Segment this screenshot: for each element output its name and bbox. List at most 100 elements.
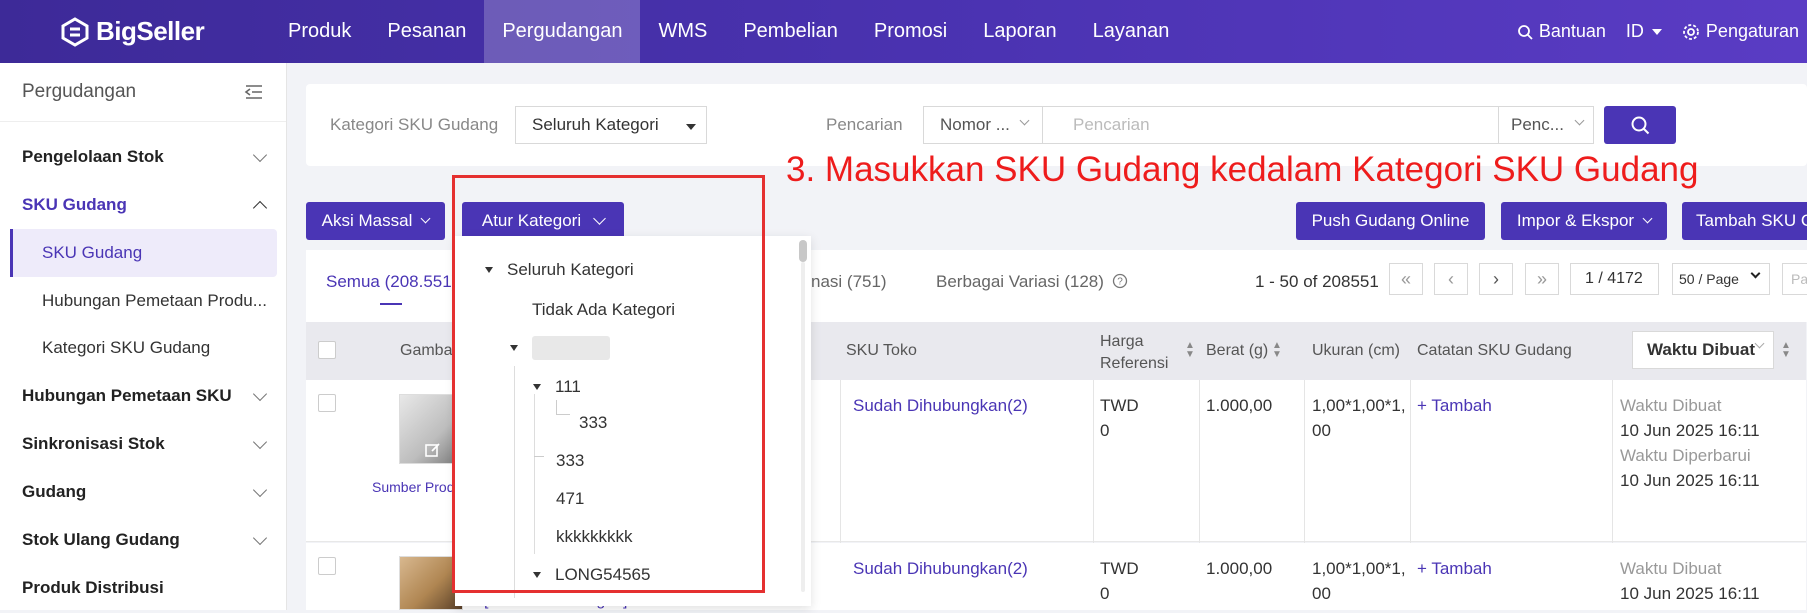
chevron-down-icon bbox=[252, 147, 268, 162]
chevron-down-icon bbox=[1750, 268, 1761, 279]
add-note-link[interactable]: + Tambah bbox=[1417, 556, 1492, 581]
caret-down-icon bbox=[510, 345, 518, 351]
nav-layanan[interactable]: Layanan bbox=[1075, 0, 1188, 63]
category-select[interactable]: Seluruh Kategori bbox=[515, 106, 707, 144]
add-warehouse-sku-button[interactable]: Tambah SKU G bbox=[1682, 202, 1807, 240]
brand-logo[interactable]: BigSeller bbox=[60, 16, 205, 47]
first-page-button[interactable]: « bbox=[1389, 263, 1423, 295]
time-sort-select[interactable]: Waktu Dibuat bbox=[1632, 331, 1774, 369]
tree-node-333[interactable]: 333 bbox=[556, 451, 584, 471]
nav-produk[interactable]: Produk bbox=[270, 0, 369, 63]
sidebar-item-label: Gudang bbox=[22, 482, 87, 501]
tree-node-long54565[interactable]: LONG54565 bbox=[533, 565, 650, 585]
caret-down-icon bbox=[1651, 28, 1662, 35]
sidebar-subitem-kategori-sku-gudang[interactable]: Kategori SKU Gudang bbox=[10, 324, 277, 372]
page-size-select[interactable]: 50 / Page bbox=[1672, 263, 1770, 295]
category-filter-label: Kategori SKU Gudang bbox=[330, 115, 499, 134]
sort-icon[interactable]: ▲ ▼ bbox=[1185, 341, 1195, 360]
sidebar-subitem-hubungan-pemetaan-produk[interactable]: Hubungan Pemetaan Produ... bbox=[10, 277, 277, 325]
prev-page-button[interactable]: ‹ bbox=[1434, 263, 1468, 295]
sidebar-item-produk-distribusi[interactable]: Produk Distribusi bbox=[0, 568, 287, 608]
nav-promosi[interactable]: Promosi bbox=[856, 0, 965, 63]
settings-label: Pengaturan bbox=[1705, 21, 1799, 41]
product-thumbnail[interactable] bbox=[399, 394, 463, 464]
tree-node-root[interactable]: Seluruh Kategori bbox=[485, 260, 634, 280]
row-checkbox[interactable] bbox=[318, 557, 336, 575]
search-icon bbox=[1631, 116, 1650, 135]
column-weight[interactable]: Berat (g) bbox=[1206, 342, 1268, 360]
shop-sku-link[interactable]: Sudah Dihubungkan(2) bbox=[853, 556, 1028, 581]
select-all-checkbox[interactable] bbox=[318, 341, 336, 359]
tree-node-label: LONG54565 bbox=[555, 565, 651, 584]
blurred-category-name bbox=[532, 336, 610, 360]
sidebar-item-hubungan-pemetaan-sku[interactable]: Hubungan Pemetaan SKU bbox=[0, 376, 287, 416]
sidebar-header: Pergudangan bbox=[0, 63, 286, 122]
top-navbar: BigSeller Produk Pesanan Pergudangan WMS… bbox=[0, 0, 1807, 63]
column-reference-price[interactable]: Harga Referensi bbox=[1100, 331, 1170, 375]
sidebar-subitem-sku-gudang[interactable]: SKU Gudang bbox=[10, 229, 277, 277]
goto-page-input[interactable]: Pa bbox=[1782, 263, 1807, 295]
nav-wms[interactable]: WMS bbox=[640, 0, 725, 63]
tutorial-annotation: 3. Masukkan SKU Gudang kedalam Kategori … bbox=[786, 150, 1699, 189]
sidebar-item-label: Hubungan Pemetaan SKU bbox=[22, 386, 232, 405]
shop-sku-link[interactable]: Sudah Dihubungkan(2) bbox=[853, 393, 1028, 418]
nav-laporan[interactable]: Laporan bbox=[965, 0, 1074, 63]
tree-guide-line bbox=[556, 414, 570, 415]
language-select[interactable]: ID bbox=[1626, 21, 1662, 42]
search-input[interactable]: Pencarian bbox=[1042, 106, 1499, 144]
nav-pesanan[interactable]: Pesanan bbox=[369, 0, 484, 63]
sidebar-title: Pergudangan bbox=[22, 81, 137, 102]
page-number-input[interactable]: 1 / 4172 bbox=[1570, 263, 1659, 295]
sort-icon[interactable]: ▲ ▼ bbox=[1781, 341, 1791, 360]
caret-down-icon bbox=[533, 572, 541, 578]
import-export-button[interactable]: Impor & Ekspor bbox=[1501, 202, 1667, 240]
search-button[interactable] bbox=[1604, 106, 1676, 144]
chevron-down-icon bbox=[252, 482, 268, 497]
product-thumbnail[interactable] bbox=[399, 556, 463, 610]
nav-pembelian[interactable]: Pembelian bbox=[725, 0, 856, 63]
sidebar-item-gudang[interactable]: Gudang bbox=[0, 472, 287, 512]
search-type-select[interactable]: Nomor ... bbox=[923, 106, 1043, 144]
created-label: Waktu Dibuat bbox=[1620, 559, 1722, 578]
row-checkbox[interactable] bbox=[318, 394, 336, 412]
collapse-menu-icon[interactable] bbox=[244, 84, 264, 100]
tree-node-333-child[interactable]: 333 bbox=[579, 413, 607, 433]
tree-node-none[interactable]: Tidak Ada Kategori bbox=[532, 300, 675, 320]
created-label: Waktu Dibuat bbox=[1620, 396, 1722, 415]
dropdown-scrollbar[interactable] bbox=[799, 240, 807, 262]
tab-all[interactable]: Semua (208.551) bbox=[326, 272, 457, 292]
search-mode-select[interactable]: Penc... bbox=[1498, 106, 1594, 144]
sort-icon[interactable]: ▲ ▼ bbox=[1272, 341, 1282, 360]
sidebar-item-pengelolaan-stok[interactable]: Pengelolaan Stok bbox=[0, 137, 287, 177]
next-page-button[interactable]: › bbox=[1479, 263, 1513, 295]
tab-single-variation[interactable]: nasi (751) bbox=[811, 272, 887, 292]
sidebar-item-stok-ulang-gudang[interactable]: Stok Ulang Gudang bbox=[0, 520, 287, 560]
import-export-label: Impor & Ekspor bbox=[1516, 211, 1635, 230]
tree-node-471[interactable]: 471 bbox=[556, 489, 584, 509]
category-select-value: Seluruh Kategori bbox=[532, 115, 659, 134]
weight-value: 1.000,00 bbox=[1206, 396, 1273, 415]
nav-pergudangan[interactable]: Pergudangan bbox=[484, 0, 641, 63]
top-right-menu: Bantuan ID Pengaturan bbox=[1497, 0, 1807, 63]
sidebar-item-sku-gudang[interactable]: SKU Gudang bbox=[0, 185, 287, 225]
help-link[interactable]: Bantuan bbox=[1517, 21, 1606, 42]
chevron-down-icon bbox=[593, 212, 606, 225]
bulk-action-button[interactable]: Aksi Massal bbox=[306, 202, 445, 240]
tab-multi-variation[interactable]: Berbagai Variasi (128) ? bbox=[936, 272, 1128, 292]
add-note-link[interactable]: + Tambah bbox=[1417, 393, 1492, 418]
bigseller-logo-icon bbox=[61, 16, 89, 47]
set-category-button[interactable]: Atur Kategori bbox=[462, 202, 624, 240]
caret-down-icon bbox=[485, 267, 493, 273]
tree-node-blurred[interactable] bbox=[510, 336, 610, 360]
settings-link[interactable]: Pengaturan bbox=[1682, 21, 1799, 42]
sidebar: Pergudangan Pengelolaan Stok SKU Gudang … bbox=[0, 63, 287, 610]
size-value: 1,00*1,00*1, bbox=[1312, 559, 1406, 578]
push-online-warehouse-button[interactable]: Push Gudang Online bbox=[1296, 202, 1485, 240]
tree-node-kkkkkkkkk[interactable]: kkkkkkkkk bbox=[556, 527, 633, 547]
tree-node-111[interactable]: 111 bbox=[533, 377, 581, 397]
last-page-button[interactable]: » bbox=[1525, 263, 1559, 295]
product-source-link[interactable]: Sumber Produ bbox=[372, 475, 454, 500]
sidebar-item-sinkronisasi-stok[interactable]: Sinkronisasi Stok bbox=[0, 424, 287, 464]
help-label: Bantuan bbox=[1538, 21, 1606, 41]
chevron-down-icon bbox=[1574, 115, 1585, 126]
